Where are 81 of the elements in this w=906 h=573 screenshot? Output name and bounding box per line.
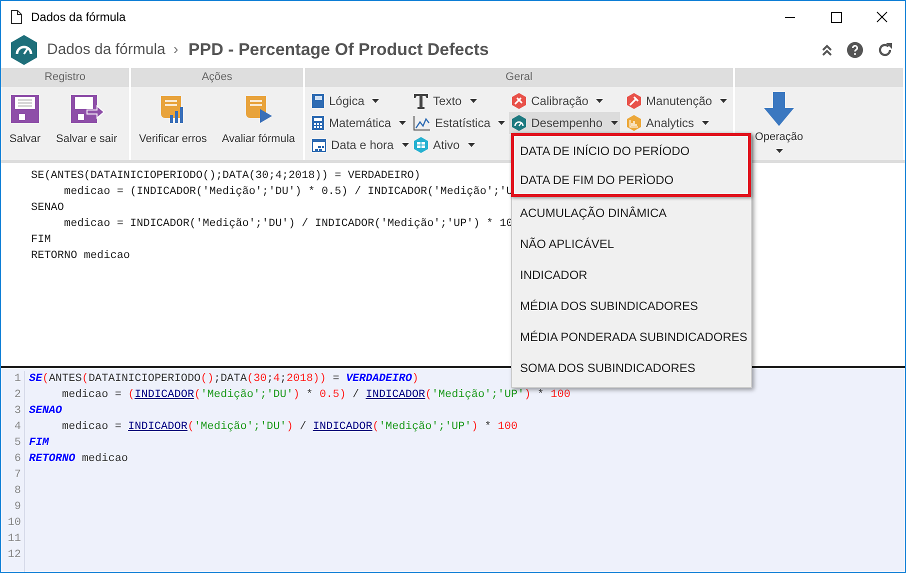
code-line: medicao = (INDICADOR('Medição';'DU') * 0.5) / INDICADOR('Medição';'UP') * 100 xyxy=(61,388,570,403)
line-number: 1 xyxy=(14,372,21,387)
line-number: 4 xyxy=(14,420,21,435)
refresh-icon[interactable] xyxy=(877,42,893,58)
menu-item[interactable]: MÉDIA PONDERADA SUBINDICADORES xyxy=(512,321,751,352)
floppy-disk-arrow-icon xyxy=(68,93,105,125)
menu-item[interactable]: DATA DE FIM DO PERÌODO xyxy=(514,165,748,194)
line-number: 5 xyxy=(14,436,21,451)
line-number: 7 xyxy=(14,468,21,483)
hexagon-gauge-icon xyxy=(511,115,528,131)
line-number: 11 xyxy=(8,532,21,547)
ribbon-menu-button[interactable]: Calibração xyxy=(509,90,606,112)
caret-icon xyxy=(610,121,618,125)
ribbon-button[interactable]: Avaliar fórmula xyxy=(216,92,302,150)
line-chart-icon xyxy=(413,115,432,131)
ribbon-menu-button[interactable]: Manutenção xyxy=(624,90,730,112)
line-number: 3 xyxy=(14,404,21,419)
group-title: Ações xyxy=(202,70,232,86)
code-line: medicao = (INDICADOR('Medição';'DU') * 0.5) / INDICADOR('Medição';'U xyxy=(63,185,513,200)
line-number: 6 xyxy=(14,452,21,467)
calendar-icon xyxy=(311,137,327,153)
hexagon-hammer-icon xyxy=(626,93,642,109)
ribbon-menu-button[interactable]: Matemática xyxy=(309,112,408,134)
ribbon-button[interactable]: Operação xyxy=(749,92,809,152)
calculator-icon xyxy=(311,115,325,131)
caret-icon xyxy=(702,121,710,125)
ribbon-menu-button[interactable]: Data e hora xyxy=(309,134,411,156)
code-line: SE(ANTES(DATAINICIOPERIODO();DATA(30;4;2018)) = VERDADEIRO) xyxy=(31,169,420,184)
caret-icon xyxy=(776,148,782,152)
line-number: 2 xyxy=(14,388,21,403)
ribbon-button[interactable]: Salvar xyxy=(3,92,47,150)
document-icon xyxy=(11,10,22,24)
letter-t-icon xyxy=(413,93,430,109)
ribbon-menu-button[interactable]: Desempenho xyxy=(509,112,620,134)
caret-icon xyxy=(470,99,477,103)
line-number: 8 xyxy=(14,484,21,499)
caret-icon xyxy=(399,121,406,125)
code-line: SENAO xyxy=(29,404,62,419)
hexagon-grid-icon xyxy=(413,137,430,153)
ribbon-button[interactable]: Salvar e sair xyxy=(50,92,124,150)
code-line: medicao = INDICADOR('Medição';'DU') / INDICADOR('Medição';'UP') * 100 xyxy=(61,420,518,435)
menu-item[interactable]: SOMA DOS SUBINDICADORES xyxy=(512,352,751,383)
help-icon[interactable] xyxy=(847,42,863,58)
hexagon-tools-icon xyxy=(511,93,528,109)
caret-icon xyxy=(468,143,475,147)
menu-item[interactable]: DATA DE INÍCIO DO PERÍODO xyxy=(514,136,748,165)
code-line: SE(ANTES(DATAINICIOPERIODO();DATA(30;4;2018)) = VERDADEIRO) xyxy=(29,372,419,387)
caret-icon xyxy=(720,99,728,103)
breadcrumb-separator: › xyxy=(173,40,178,60)
ribbon-menu-button[interactable]: Lógica xyxy=(309,90,382,112)
code-line: SENAO xyxy=(31,201,64,216)
code-line: FIM xyxy=(31,233,51,248)
line-number: 12 xyxy=(8,548,21,563)
group-title: Registro xyxy=(44,70,86,86)
book-icon xyxy=(311,93,325,109)
code-line: RETORNO medicao xyxy=(31,249,130,264)
code-line: FIM xyxy=(29,436,49,451)
window-title: Dados da fórmula xyxy=(31,8,126,26)
caret-icon xyxy=(402,143,409,147)
group-title: Geral xyxy=(506,70,532,86)
ribbon-menu-button[interactable]: Ativo xyxy=(411,134,477,156)
down-arrow-icon xyxy=(764,92,794,126)
caret-icon xyxy=(372,99,380,103)
code-line: RETORNO medicao xyxy=(29,452,128,467)
ribbon-menu-button[interactable]: Analytics xyxy=(624,112,712,134)
line-number: 10 xyxy=(8,516,21,531)
ribbon-button[interactable]: Verificar erros xyxy=(133,92,213,150)
breadcrumb-link[interactable]: Dados da fórmula xyxy=(47,38,166,62)
caret-icon xyxy=(498,121,506,125)
menu-item[interactable]: INDICADOR xyxy=(512,259,751,290)
menu-item[interactable]: ACUMULAÇÃO DINÂMICA xyxy=(512,197,751,228)
menu-item[interactable]: MÉDIA DOS SUBINDICADORES xyxy=(512,290,751,321)
collapse-icon[interactable] xyxy=(821,44,833,56)
menu-item[interactable]: NÃO APLICÁVEL xyxy=(512,228,751,259)
line-number: 9 xyxy=(14,500,21,515)
gauge-logo-icon xyxy=(9,34,39,66)
page-title: PPD - Percentage Of Product Defects xyxy=(188,39,489,62)
caret-icon xyxy=(596,99,604,103)
hexagon-bar-chart-icon xyxy=(626,115,642,131)
ribbon-menu-button[interactable]: Texto xyxy=(411,90,479,112)
ribbon-menu-button[interactable]: Estatística xyxy=(411,112,508,134)
